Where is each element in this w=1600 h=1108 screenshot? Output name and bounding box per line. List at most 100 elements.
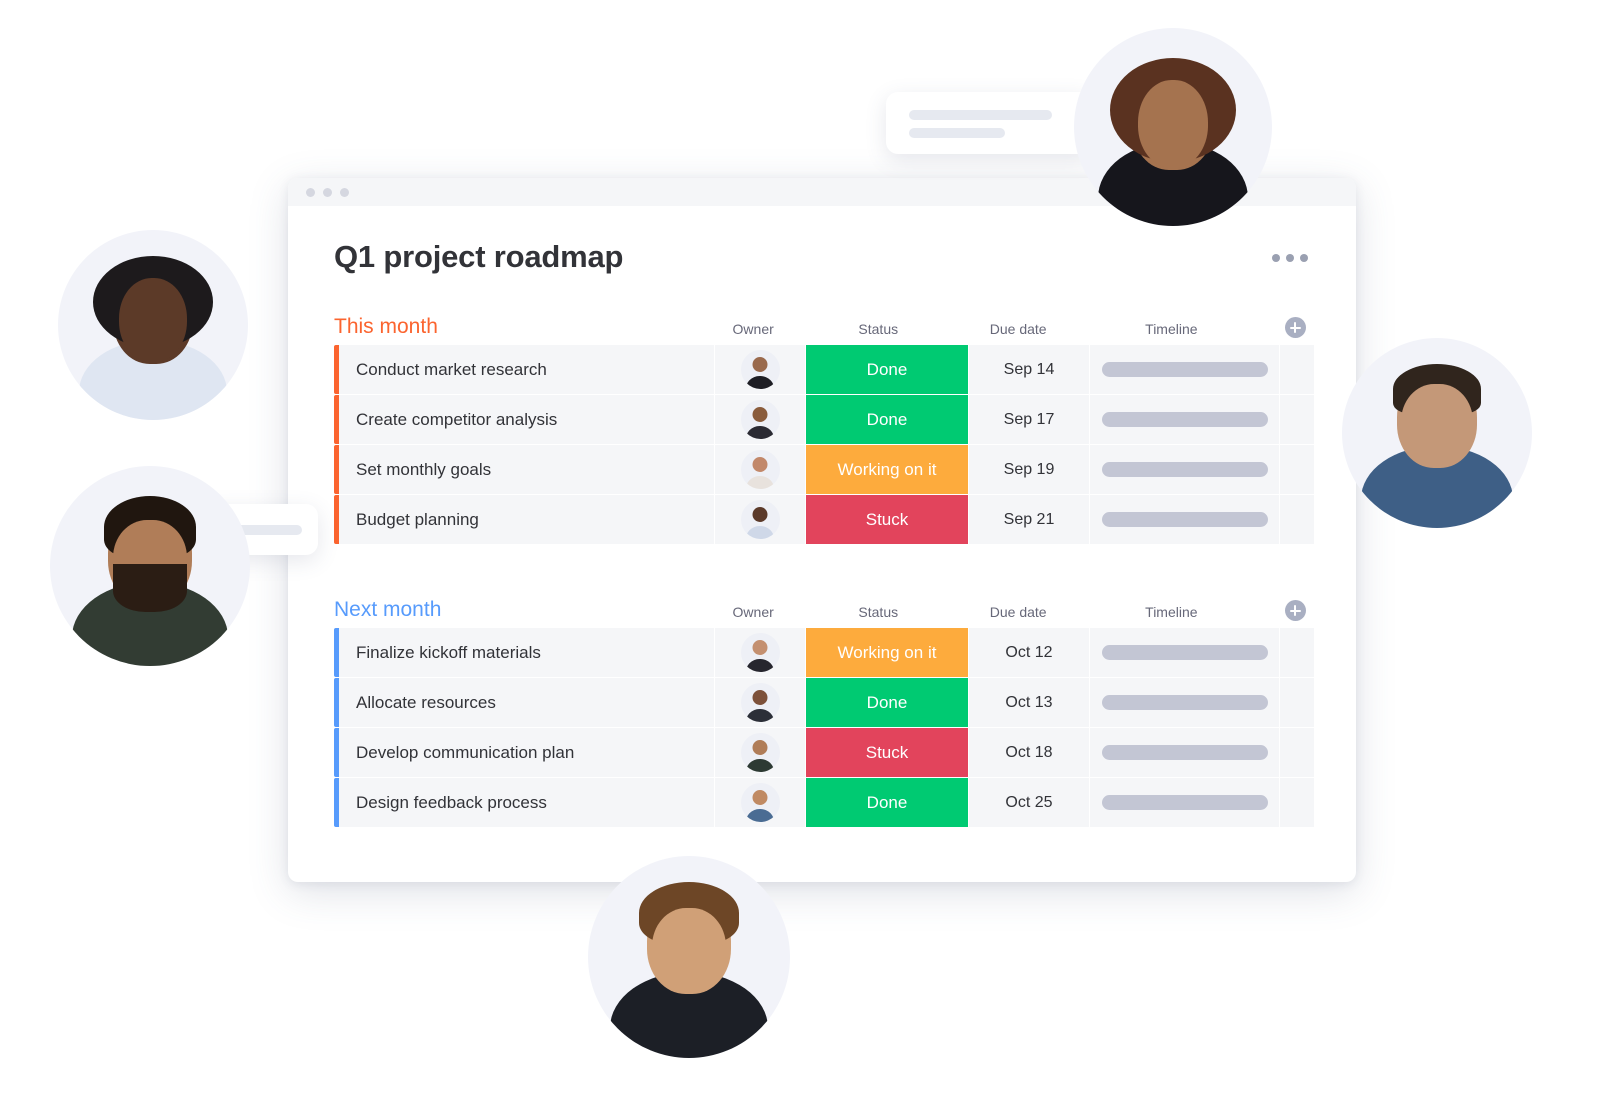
avatar-head (752, 457, 768, 473)
task-name-cell[interactable]: Set monthly goals (339, 445, 714, 495)
status-badge[interactable]: Working on it (806, 445, 968, 495)
due-date-value: Oct 12 (1005, 643, 1053, 661)
timeline-track (1101, 462, 1268, 478)
row-extra-cell[interactable] (1280, 395, 1314, 445)
add-column-button[interactable] (1284, 600, 1306, 622)
table-row[interactable]: Budget planning Stuck Sep 21 (334, 495, 1326, 545)
board-options-menu-icon[interactable] (1272, 240, 1326, 262)
avatar-beard-icon (113, 564, 187, 612)
status-badge[interactable]: Done (806, 678, 968, 728)
timeline-cell[interactable] (1090, 345, 1279, 395)
status-badge[interactable]: Done (806, 778, 968, 828)
status-badge[interactable]: Stuck (806, 728, 968, 778)
group-title[interactable]: This month (334, 315, 438, 339)
status-badge[interactable]: Working on it (806, 628, 968, 678)
board-window: Q1 project roadmap This month Owner Stat… (288, 178, 1356, 882)
task-name-cell[interactable]: Design feedback process (339, 778, 714, 828)
floating-avatar-left-upper (58, 230, 248, 420)
column-header-timeline[interactable]: Timeline (1078, 322, 1265, 338)
column-header-status[interactable]: Status (798, 605, 959, 621)
table-row[interactable]: Allocate resources Done Oct 13 (334, 678, 1326, 728)
task-name-cell[interactable]: Finalize kickoff materials (339, 628, 714, 678)
table-row[interactable]: Finalize kickoff materials Working on it O… (334, 628, 1326, 678)
avatar (740, 783, 780, 823)
window-dot-icon[interactable] (340, 187, 349, 197)
column-header-due-date[interactable]: Due date (959, 322, 1078, 338)
owner-cell[interactable] (715, 778, 805, 828)
due-date-cell[interactable]: Oct 25 (969, 778, 1089, 828)
page-title: Q1 project roadmap (334, 239, 624, 274)
timeline-track (1101, 362, 1268, 378)
due-date-value: Oct 13 (1005, 693, 1053, 711)
column-header-due-date[interactable]: Due date (959, 605, 1078, 621)
due-date-cell[interactable]: Sep 17 (969, 395, 1089, 445)
due-date-cell[interactable]: Oct 18 (969, 728, 1089, 778)
status-badge[interactable]: Done (806, 345, 968, 395)
avatar (740, 450, 780, 490)
timeline-track (1101, 512, 1268, 528)
due-date-cell[interactable]: Oct 13 (969, 678, 1089, 728)
task-name-cell[interactable]: Budget planning (339, 495, 714, 545)
menu-dot-icon (1300, 254, 1308, 262)
owner-cell[interactable] (715, 678, 805, 728)
timeline-cell[interactable] (1090, 678, 1279, 728)
task-name-cell[interactable]: Conduct market research (339, 345, 714, 395)
due-date-cell[interactable]: Sep 19 (969, 445, 1089, 495)
owner-cell[interactable] (715, 445, 805, 495)
table-row[interactable]: Design feedback process Done Oct 25 (334, 778, 1326, 828)
due-date-cell[interactable]: Oct 12 (969, 628, 1089, 678)
avatar-body (745, 709, 775, 723)
column-header-owner[interactable]: Owner (708, 322, 798, 338)
task-name: Conduct market research (356, 359, 547, 379)
status-label: Stuck (865, 509, 909, 529)
row-extra-cell[interactable] (1280, 778, 1314, 828)
status-badge[interactable]: Stuck (806, 495, 968, 545)
timeline-cell[interactable] (1090, 445, 1279, 495)
status-label: Working on it (837, 459, 937, 479)
task-name-cell[interactable]: Create competitor analysis (339, 395, 714, 445)
timeline-cell[interactable] (1090, 778, 1279, 828)
window-dot-icon[interactable] (323, 187, 332, 197)
timeline-cell[interactable] (1090, 728, 1279, 778)
column-header-status[interactable]: Status (798, 322, 959, 338)
table-row[interactable]: Create competitor analysis Done Sep 17 (334, 395, 1326, 445)
timeline-cell[interactable] (1090, 495, 1279, 545)
row-extra-cell[interactable] (1280, 728, 1314, 778)
owner-cell[interactable] (715, 345, 805, 395)
timeline-cell[interactable] (1090, 628, 1279, 678)
table-row[interactable]: Set monthly goals Working on it Sep 19 (334, 445, 1326, 495)
owner-cell[interactable] (715, 728, 805, 778)
row-extra-cell[interactable] (1280, 445, 1314, 495)
task-name-cell[interactable]: Develop communication plan (339, 728, 714, 778)
row-extra-cell[interactable] (1280, 628, 1314, 678)
avatar-body (745, 659, 775, 673)
row-extra-cell[interactable] (1280, 495, 1314, 545)
row-extra-cell[interactable] (1280, 678, 1314, 728)
avatar-body (745, 759, 775, 773)
floating-avatar-right (1342, 338, 1532, 528)
status-badge[interactable]: Done (806, 395, 968, 445)
owner-cell[interactable] (715, 495, 805, 545)
column-header-timeline[interactable]: Timeline (1078, 605, 1265, 621)
chat-placeholder-line (909, 128, 1005, 138)
task-name: Finalize kickoff materials (356, 642, 541, 662)
avatar (740, 733, 780, 773)
row-extra-cell[interactable] (1280, 345, 1314, 395)
table-row[interactable]: Develop communication plan Stuck Oct 18 (334, 728, 1326, 778)
window-dot-icon[interactable] (306, 187, 315, 197)
due-date-cell[interactable]: Sep 21 (969, 495, 1089, 545)
timeline-cell[interactable] (1090, 395, 1279, 445)
owner-cell[interactable] (715, 395, 805, 445)
avatar-face (652, 908, 726, 992)
avatar-body (745, 476, 775, 490)
owner-cell[interactable] (715, 628, 805, 678)
group-rows: Conduct market research Done Sep 14 Create … (334, 345, 1326, 545)
due-date-value: Sep 17 (1003, 410, 1055, 428)
table-row[interactable]: Conduct market research Done Sep 14 (334, 345, 1326, 395)
add-column-button[interactable] (1284, 317, 1306, 339)
task-name-cell[interactable]: Allocate resources (339, 678, 714, 728)
menu-dot-icon (1286, 254, 1294, 262)
due-date-cell[interactable]: Sep 14 (969, 345, 1089, 395)
column-header-owner[interactable]: Owner (708, 605, 798, 621)
group-title[interactable]: Next month (334, 598, 441, 622)
